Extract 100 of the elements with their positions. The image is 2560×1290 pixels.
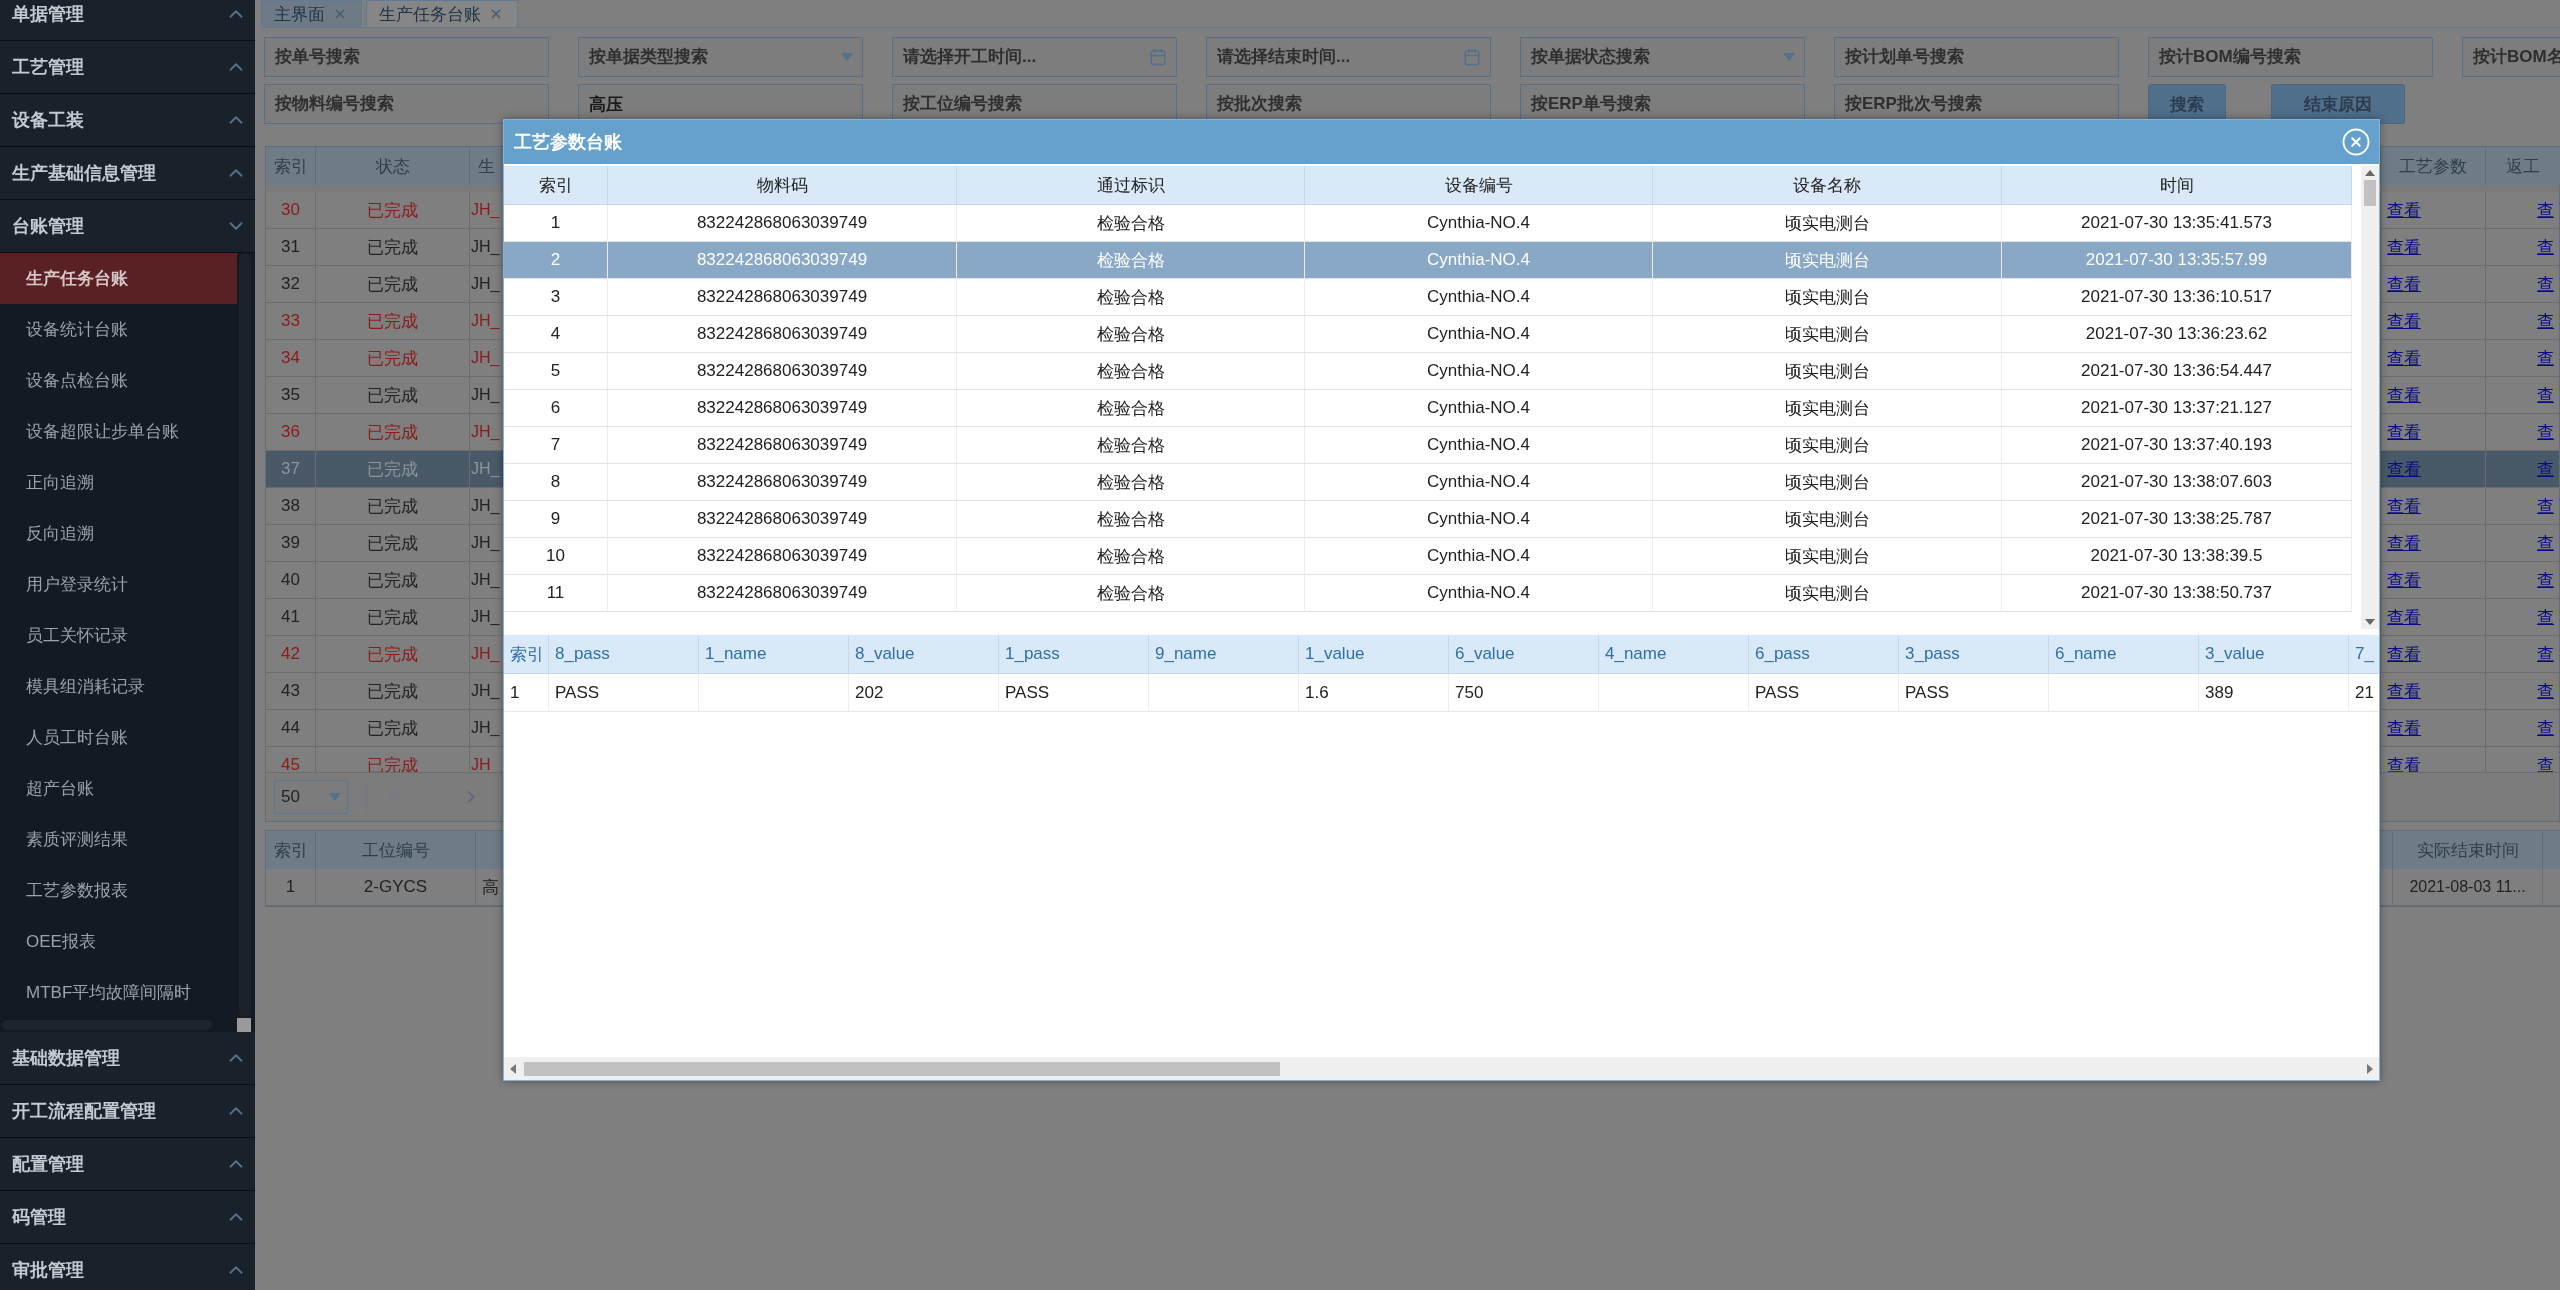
search-field[interactable]: 按计划单号搜索	[1834, 37, 2119, 77]
view-link[interactable]: 查	[2537, 235, 2554, 259]
end-reason-button[interactable]: 结束原因	[2271, 84, 2405, 124]
date-field[interactable]: 请选择开工时间...	[892, 37, 1177, 77]
menu-group[interactable]: 工艺管理	[0, 41, 255, 94]
view-link[interactable]: 查看	[2387, 679, 2421, 703]
view-link[interactable]: 查	[2537, 346, 2554, 370]
menu-item[interactable]: 设备超限让步单台账	[0, 406, 237, 457]
table-cell: 检验合格	[957, 427, 1305, 464]
table-cell: 顷实电测台	[1653, 242, 2002, 279]
table-cell: 已完成	[316, 525, 470, 562]
view-link[interactable]: 查	[2537, 383, 2554, 407]
calendar-icon[interactable]	[1463, 48, 1481, 66]
caret-icon[interactable]	[1783, 53, 1795, 61]
column-header: 6_name	[2049, 635, 2199, 674]
view-link[interactable]: 查	[2537, 198, 2554, 222]
close-icon[interactable]	[489, 7, 503, 21]
menu-group[interactable]: 开工流程配置管理	[0, 1085, 255, 1138]
table-cell: 389	[2199, 674, 2349, 712]
table-cell: 40	[266, 562, 316, 599]
view-link[interactable]: 查	[2537, 494, 2554, 518]
menu-group[interactable]: 码管理	[0, 1191, 255, 1244]
scrollbar[interactable]	[2361, 166, 2379, 629]
dropdown-field[interactable]: 按单据类型搜索	[578, 37, 863, 77]
view-link[interactable]: 查看	[2387, 605, 2421, 629]
table-cell: 已完成	[316, 266, 470, 303]
view-link[interactable]: 查	[2537, 642, 2554, 666]
table-cell: 已完成	[316, 710, 470, 747]
menu-item[interactable]: 设备统计台账	[0, 304, 237, 355]
scrollbar[interactable]	[239, 253, 251, 1018]
dropdown-field[interactable]: 按单据状态搜索	[1520, 37, 1805, 77]
table-cell: 顷实电测台	[1653, 316, 2002, 353]
menu-item[interactable]: OEE报表	[0, 916, 237, 967]
view-link[interactable]: 查	[2537, 457, 2554, 481]
close-button[interactable]	[2341, 127, 2371, 157]
view-link[interactable]: 查	[2537, 679, 2554, 703]
menu-item[interactable]: 人员工时台账	[0, 712, 237, 763]
column-header: 6_pass	[1749, 635, 1899, 674]
menu-group[interactable]: 配置管理	[0, 1138, 255, 1191]
view-link[interactable]: 查	[2537, 272, 2554, 296]
column-header: 物料码	[608, 166, 957, 205]
view-link[interactable]: 查看	[2387, 309, 2421, 333]
table-cell: 32	[266, 266, 316, 303]
menu-group[interactable]: 生产基础信息管理	[0, 147, 255, 200]
view-link[interactable]: 查	[2537, 568, 2554, 592]
menu-item[interactable]: 反向追溯	[0, 508, 237, 559]
tab[interactable]: 生产任务台账	[366, 0, 518, 27]
table-cell: 检验合格	[957, 205, 1305, 242]
menu-group[interactable]: 台账管理	[0, 200, 255, 253]
menu-item[interactable]: 超产台账	[0, 763, 237, 814]
view-link[interactable]: 查	[2537, 309, 2554, 333]
scrollbar[interactable]	[504, 1057, 2379, 1080]
menu-item[interactable]: 员工关怀记录	[0, 610, 237, 661]
menu-group[interactable]: 单据管理	[0, 0, 255, 41]
view-link[interactable]: 查看	[2387, 383, 2421, 407]
table-cell: 检验合格	[957, 242, 1305, 279]
view-link[interactable]: 查看	[2387, 753, 2421, 772]
menu-item[interactable]: 用户登录统计	[0, 559, 237, 610]
view-link[interactable]: 查看	[2387, 568, 2421, 592]
table-cell: 832242868063039749	[608, 464, 957, 501]
close-icon[interactable]	[333, 7, 347, 21]
column-header: 4_name	[1599, 635, 1749, 674]
calendar-icon[interactable]	[1149, 48, 1167, 66]
view-link[interactable]: 查看	[2387, 346, 2421, 370]
date-field[interactable]: 请选择结束时间...	[1206, 37, 1491, 77]
menu-item[interactable]: 模具组消耗记录	[0, 661, 237, 712]
view-link[interactable]: 查看	[2387, 272, 2421, 296]
search-field[interactable]: 按单号搜索	[264, 37, 549, 77]
view-link[interactable]: 查看	[2387, 494, 2421, 518]
menu-item[interactable]: 生产任务台账	[0, 253, 237, 304]
view-link[interactable]: 查看	[2387, 642, 2421, 666]
menu-group[interactable]: 设备工装	[0, 94, 255, 147]
search-field[interactable]: 按物料编号搜索	[264, 84, 549, 124]
view-link[interactable]: 查	[2537, 420, 2554, 444]
page-size-select[interactable]: 50	[274, 780, 348, 814]
caret-icon[interactable]	[841, 53, 853, 61]
view-link[interactable]: 查看	[2387, 198, 2421, 222]
menu-group[interactable]: 基础数据管理	[0, 1032, 255, 1085]
menu-item[interactable]: 设备点检台账	[0, 355, 237, 406]
menu-group[interactable]: 审批管理	[0, 1244, 255, 1290]
table-cell: 2021-07-30 13:35:57.99	[2002, 242, 2352, 279]
table-cell: 2	[504, 242, 608, 279]
tab[interactable]: 主界面	[261, 0, 362, 27]
table-cell: Cynthia-NO.4	[1305, 279, 1653, 316]
view-link[interactable]: 查	[2537, 753, 2554, 772]
menu-item[interactable]: 素质评测结果	[0, 814, 237, 865]
view-link[interactable]: 查看	[2387, 531, 2421, 555]
view-link[interactable]: 查看	[2387, 420, 2421, 444]
menu-item[interactable]: 工艺参数报表	[0, 865, 237, 916]
view-link[interactable]: 查	[2537, 605, 2554, 629]
view-link[interactable]: 查	[2537, 531, 2554, 555]
search-field[interactable]: 按计BOM编号搜索	[2148, 37, 2433, 77]
column-header: 8_pass	[549, 635, 699, 674]
menu-item[interactable]: 正向追溯	[0, 457, 237, 508]
view-link[interactable]: 查看	[2387, 457, 2421, 481]
view-link[interactable]: 查看	[2387, 235, 2421, 259]
column-header: 1_name	[699, 635, 849, 674]
menu-item[interactable]: MTBF平均故障间隔时	[0, 967, 237, 1018]
view-link[interactable]: 查看	[2387, 716, 2421, 740]
view-link[interactable]: 查	[2537, 716, 2554, 740]
